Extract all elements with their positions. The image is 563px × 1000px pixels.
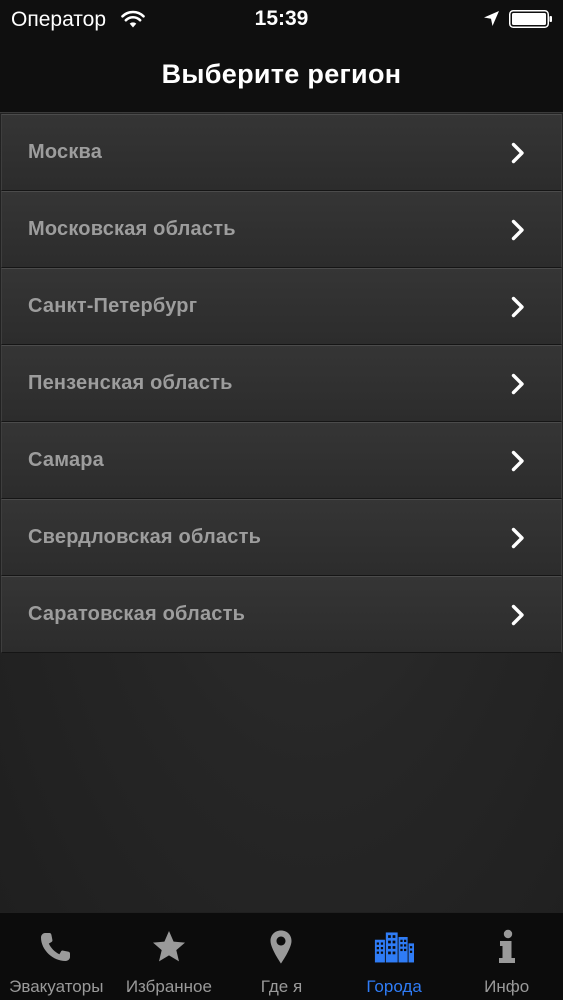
tab-where-am-i[interactable]: Где я	[225, 913, 338, 1000]
region-item-saint-petersburg[interactable]: Санкт-Петербург	[1, 268, 562, 345]
status-time: 15:39	[254, 7, 309, 30]
tab-favorites[interactable]: Избранное	[113, 913, 226, 1000]
tab-label: Инфо	[484, 977, 530, 996]
chevron-right-icon	[511, 373, 524, 395]
region-item-moscow-oblast[interactable]: Московская область	[1, 191, 562, 268]
region-label: Свердловская область	[28, 526, 262, 548]
tab-label: Избранное	[125, 977, 212, 996]
region-label: Санкт-Петербург	[28, 295, 198, 317]
app-screen: Оператор 15:39 Выберите регион Москва Мо…	[0, 0, 563, 1000]
star-icon	[152, 931, 185, 962]
tab-bar: Эвакуаторы Избранное Где я Города Инфо	[0, 912, 563, 1000]
chevron-right-icon	[511, 296, 524, 318]
region-label: Самара	[28, 449, 105, 471]
region-label: Пензенская область	[28, 372, 233, 394]
map-pin-icon	[270, 930, 292, 964]
city-buildings-icon	[374, 932, 415, 963]
region-item-samara[interactable]: Самара	[1, 422, 562, 499]
region-item-penza-oblast[interactable]: Пензенская область	[1, 345, 562, 422]
chevron-right-icon	[511, 142, 524, 164]
tab-evacuators[interactable]: Эвакуаторы	[0, 913, 113, 1000]
page-title: Выберите регион	[161, 59, 402, 89]
region-item-sverdlovsk-oblast[interactable]: Свердловская область	[1, 499, 562, 576]
region-label: Московская область	[28, 218, 236, 240]
tab-info[interactable]: Инфо	[450, 913, 563, 1000]
top-bar: Оператор 15:39 Выберите регион	[0, 0, 563, 113]
chevron-right-icon	[511, 604, 524, 626]
tab-label: Эвакуаторы	[9, 977, 104, 996]
info-icon	[498, 929, 515, 963]
region-item-saratov-oblast[interactable]: Саратовская область	[1, 576, 562, 653]
status-bar: Оператор 15:39	[0, 0, 563, 40]
chevron-right-icon	[511, 450, 524, 472]
location-arrow-icon	[484, 11, 499, 26]
chevron-right-icon	[511, 527, 524, 549]
phone-icon	[41, 933, 71, 961]
region-label: Саратовская область	[28, 603, 246, 625]
region-item-moscow[interactable]: Москва	[1, 114, 562, 191]
battery-icon	[509, 10, 552, 28]
region-list: Москва Московская область Санкт-Петербур…	[0, 114, 563, 653]
tab-label: Города	[366, 977, 422, 996]
chevron-right-icon	[511, 219, 524, 241]
region-label: Москва	[28, 141, 103, 163]
tab-cities[interactable]: Города	[338, 913, 451, 1000]
tab-label: Где я	[260, 977, 303, 996]
